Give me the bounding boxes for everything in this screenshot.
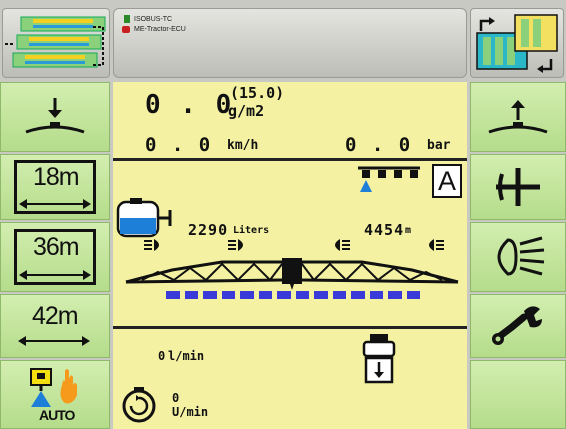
separator-bottom bbox=[113, 326, 467, 329]
nozzle-section bbox=[240, 291, 254, 299]
boom-light-center-right-icon bbox=[335, 239, 350, 251]
arrow-both-icon bbox=[19, 199, 91, 209]
nozzle-bar-icon bbox=[358, 166, 420, 192]
nozzle-section bbox=[166, 291, 180, 299]
flow-unit: l/min bbox=[168, 349, 205, 363]
pump-icon bbox=[362, 334, 396, 384]
auto-mode-icon bbox=[30, 367, 77, 407]
rpm-value: 0 bbox=[172, 391, 180, 405]
width-42m-button[interactable]: 42m bbox=[0, 294, 110, 358]
width-18m-button[interactable]: 18m bbox=[0, 154, 110, 220]
pressure-value: 0 . 0 bbox=[345, 134, 413, 156]
nozzle-section bbox=[277, 291, 291, 299]
section-control-left-key[interactable] bbox=[2, 8, 110, 78]
distance-unit: m bbox=[405, 225, 412, 236]
boom-down-button[interactable] bbox=[0, 82, 110, 152]
section-layout-icon bbox=[476, 14, 558, 73]
boom-light-left-icon bbox=[144, 239, 159, 251]
width-18m-label: 18m bbox=[33, 163, 80, 191]
boom-light-center-left-icon bbox=[228, 239, 243, 251]
ecu-line: ME-Tractor-ECU bbox=[134, 26, 186, 33]
speed-value: 0 . 0 bbox=[145, 134, 213, 156]
rate-target: (15.0) bbox=[230, 84, 285, 102]
width-42m-label: 42m bbox=[32, 302, 79, 330]
rpm-unit: U/min bbox=[172, 405, 209, 419]
nozzle-section bbox=[184, 291, 198, 299]
mode-indicator: A bbox=[432, 164, 462, 198]
section-layout-icon bbox=[5, 16, 106, 68]
nozzle-section bbox=[406, 291, 420, 299]
nozzle-section bbox=[314, 291, 328, 299]
tank-value: 2290 bbox=[188, 221, 229, 239]
boom-up-button[interactable] bbox=[470, 82, 566, 152]
width-36m-label: 36m bbox=[33, 233, 80, 261]
boom-fold-icon bbox=[496, 168, 540, 206]
tank-unit: Liters bbox=[233, 225, 270, 236]
work-light-icon bbox=[497, 236, 545, 276]
empty-softkey[interactable] bbox=[470, 360, 566, 429]
speed-unit: km/h bbox=[227, 138, 259, 153]
arrow-both-icon bbox=[18, 336, 90, 346]
boom-down-icon bbox=[25, 98, 85, 134]
nozzle-sections bbox=[166, 291, 420, 299]
wrench-icon bbox=[492, 306, 542, 345]
document-icon bbox=[124, 15, 130, 23]
nozzle-section bbox=[295, 291, 309, 299]
flow-value: 0 bbox=[158, 349, 166, 363]
arrow-both-icon bbox=[19, 270, 91, 280]
boom-light-right-icon bbox=[429, 239, 444, 251]
work-lights-button[interactable] bbox=[470, 222, 566, 292]
auto-label: AUTO bbox=[39, 406, 75, 423]
distance-value: 4454 bbox=[364, 221, 405, 239]
nozzle-section bbox=[351, 291, 365, 299]
rate-unit: g/m2 bbox=[228, 102, 265, 120]
nozzle-section bbox=[258, 291, 272, 299]
mode-letter: A bbox=[437, 165, 456, 196]
section-control-right-key[interactable] bbox=[470, 8, 564, 78]
auto-mode-button[interactable]: AUTO bbox=[0, 360, 110, 429]
boom-fold-button[interactable] bbox=[470, 154, 566, 220]
nozzle-section bbox=[221, 291, 235, 299]
tractor-icon bbox=[122, 26, 130, 33]
settings-button[interactable] bbox=[470, 294, 566, 358]
nozzle-section bbox=[369, 291, 383, 299]
header-status-panel: ISOBUS-TC ME-Tractor-ECU bbox=[113, 8, 467, 78]
pressure-unit: bar bbox=[427, 138, 451, 153]
nozzle-section bbox=[332, 291, 346, 299]
device-line: ISOBUS-TC bbox=[134, 15, 173, 23]
rpm-gauge-icon bbox=[122, 387, 156, 423]
width-36m-button[interactable]: 36m bbox=[0, 222, 110, 292]
rate-value: 0 . 0 bbox=[145, 90, 234, 120]
nozzle-section bbox=[203, 291, 217, 299]
separator-top bbox=[113, 158, 467, 161]
boom-up-icon bbox=[488, 100, 548, 134]
nozzle-section bbox=[388, 291, 402, 299]
